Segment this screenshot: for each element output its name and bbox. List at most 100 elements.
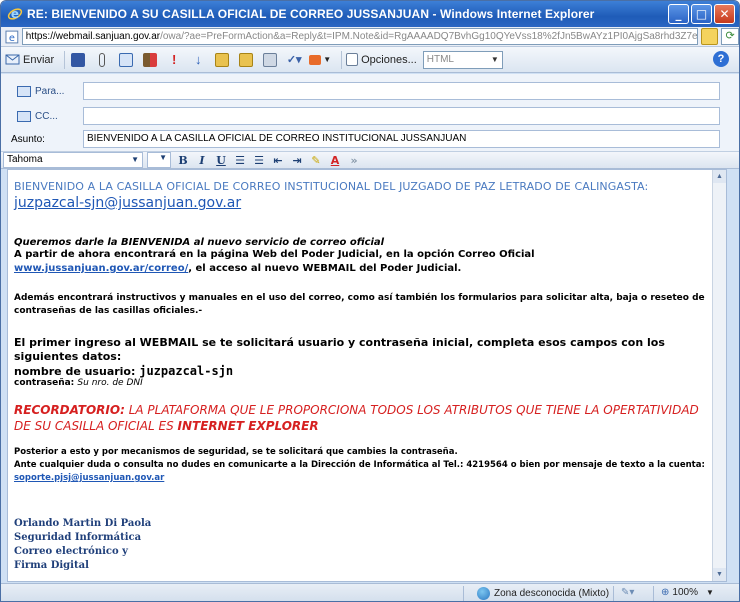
scroll-down-icon[interactable]: ▼ — [713, 568, 726, 581]
status-separator — [613, 586, 614, 601]
minimize-button[interactable]: _ — [668, 4, 689, 24]
font-size-select[interactable] — [147, 152, 171, 168]
access-text-b: , el acceso al nuevo WEBMAIL del Poder J… — [188, 263, 462, 274]
reminder-ie: INTERNET EXPLORER — [177, 419, 319, 433]
window-title: RE: BIENVENIDO A SU CASILLA OFICIAL DE C… — [27, 7, 595, 21]
password-label: contraseña: — [14, 378, 78, 388]
formatting-toolbar: Tahoma B I U ☰ ☰ ⇤ ⇥ ✎ A » — [1, 151, 739, 169]
url-path: /owa/?ae=PreFormAction&a=Reply&t=IPM.Not… — [160, 31, 698, 42]
format-select[interactable]: HTML — [422, 50, 503, 69]
password-value: Su nro. de DNI — [77, 378, 143, 388]
reminder-label: RECORDATORIO: — [14, 403, 125, 417]
paperclip-icon — [99, 52, 106, 67]
first-login-text: El primer ingreso al WEBMAIL se te solic… — [14, 336, 665, 363]
underline-button[interactable]: U — [214, 154, 228, 167]
manuals-paragraph: Además encontrará instructivos y manuale… — [14, 293, 705, 316]
subject-field[interactable]: BIENVENIDO A LA CASILLA OFICIAL DE CORRE… — [83, 130, 720, 148]
access-paragraph: A partir de ahora encontrará en la págin… — [14, 248, 706, 276]
outdent-icon[interactable]: ⇤ — [271, 154, 285, 167]
italic-button[interactable]: I — [195, 154, 209, 167]
lock-icon[interactable] — [700, 28, 719, 45]
bullets-icon[interactable]: ☰ — [233, 154, 247, 167]
zoom-level: 100% — [672, 587, 698, 598]
help-icon[interactable]: ? — [713, 51, 729, 67]
to-row: Para... — [1, 80, 739, 102]
options-button[interactable]: Opciones... — [346, 50, 417, 70]
chevron-down-icon: ▼ — [323, 55, 332, 64]
close-button[interactable]: ✕ — [714, 4, 735, 24]
password-line: contraseña: Su nro. de DNI — [14, 378, 706, 388]
attach-button[interactable] — [93, 50, 111, 70]
address-book-icon — [17, 110, 31, 122]
address-bar: e https:// webmail.sanjuan.gov.ar /owa/?… — [1, 27, 739, 47]
message-header: Para... CC... Asunto: BIENVENIDO A LA CA… — [1, 74, 739, 152]
save-button[interactable] — [69, 50, 87, 70]
page-icon: e — [5, 30, 19, 43]
globe-icon — [477, 587, 490, 600]
maximize-button[interactable]: □ — [691, 4, 712, 24]
title-bar: e RE: BIENVENIDO A SU CASILLA OFICIAL DE… — [1, 1, 739, 27]
url-protocol: https:// — [25, 31, 56, 42]
spellcheck-icon: ✓▾ — [286, 54, 302, 66]
signature: Orlando Martin Di Paola Seguridad Inform… — [14, 517, 706, 573]
status-bar: Zona desconocida (Mixto) ✎▾ ⊕ 100% ▼ — [1, 583, 739, 601]
internet-explorer-icon: e — [7, 7, 23, 21]
high-importance-button[interactable]: ! — [165, 50, 183, 70]
signature-icon — [215, 52, 230, 67]
read-receipt-button[interactable] — [261, 50, 279, 70]
save-icon — [71, 52, 86, 67]
insert-signature-button[interactable] — [213, 50, 231, 70]
more-options-icon[interactable]: » — [347, 154, 361, 167]
check-names-button[interactable] — [141, 50, 159, 70]
protected-mode-icon[interactable]: ✎▾ — [621, 587, 634, 598]
exclamation-icon: ! — [172, 52, 177, 67]
username-value: juzpazcal-sjn — [139, 364, 234, 378]
spelling-button[interactable]: ✓▾ — [285, 50, 303, 70]
scroll-up-icon[interactable]: ▲ — [713, 170, 726, 183]
correo-link[interactable]: www.jussanjuan.gov.ar/correo/ — [14, 263, 188, 274]
vertical-scrollbar[interactable]: ▲ ▼ — [712, 170, 726, 581]
flag-button[interactable]: ▼ — [309, 50, 331, 70]
compose-toolbar: Enviar ! ↓ ✓▾ ▼ Opciones... HTML ? — [1, 47, 739, 73]
support-email-link[interactable]: soporte.pjsj@jussanjuan.gov.ar — [14, 472, 706, 485]
zoom-control[interactable]: ⊕ 100% ▼ — [661, 587, 714, 598]
font-color-icon[interactable]: A — [328, 154, 342, 167]
subject-row: Asunto: BIENVENIDO A LA CASILLA OFICIAL … — [1, 128, 739, 150]
check-names-icon — [143, 52, 158, 67]
password-change-text: Posterior a esto y por mecanismos de seg… — [14, 447, 458, 457]
svg-text:e: e — [11, 7, 19, 21]
url-field[interactable]: https:// webmail.sanjuan.gov.ar /owa/?ae… — [21, 28, 698, 45]
send-button[interactable]: Enviar — [5, 50, 54, 70]
security-zone[interactable]: Zona desconocida (Mixto) — [477, 587, 609, 600]
to-field[interactable] — [83, 82, 720, 100]
chevron-down-icon: ▼ — [705, 588, 714, 597]
url-host: webmail.sanjuan.gov.ar — [55, 31, 161, 42]
cc-field[interactable] — [83, 107, 720, 125]
body-email-link[interactable]: juzpazcal-sjn@jussanjuan.gov.ar — [14, 195, 706, 211]
message-content: BIENVENIDO A LA CASILLA OFICIAL DE CORRE… — [14, 180, 706, 573]
arrow-down-icon: ↓ — [194, 52, 202, 67]
message-body-editor[interactable]: BIENVENIDO A LA CASILLA OFICIAL DE CORRE… — [7, 169, 727, 582]
low-importance-button[interactable]: ↓ — [189, 50, 207, 70]
highlight-icon[interactable]: ✎ — [309, 154, 323, 167]
flag-icon — [309, 54, 322, 65]
send-label: Enviar — [23, 53, 55, 66]
cc-label: CC... — [35, 110, 58, 122]
options-label: Opciones... — [361, 53, 417, 66]
to-button[interactable]: Para... — [1, 85, 81, 97]
address-book-button[interactable] — [117, 50, 135, 70]
support-paragraph: Posterior a esto y por mecanismos de seg… — [14, 446, 706, 485]
cc-button[interactable]: CC... — [1, 110, 81, 122]
insert-icon — [239, 52, 254, 67]
refresh-icon[interactable]: ⟳ — [721, 28, 739, 45]
insert-item-button[interactable] — [237, 50, 255, 70]
signature-line-4: Firma Digital — [14, 560, 89, 571]
bold-button[interactable]: B — [176, 154, 190, 167]
indent-icon[interactable]: ⇥ — [290, 154, 304, 167]
font-select[interactable]: Tahoma — [3, 152, 143, 168]
toolbar-separator — [341, 50, 343, 69]
svg-text:e: e — [9, 32, 15, 43]
subject-label: Asunto: — [11, 133, 45, 145]
send-icon — [5, 54, 20, 65]
numbering-icon[interactable]: ☰ — [252, 154, 266, 167]
